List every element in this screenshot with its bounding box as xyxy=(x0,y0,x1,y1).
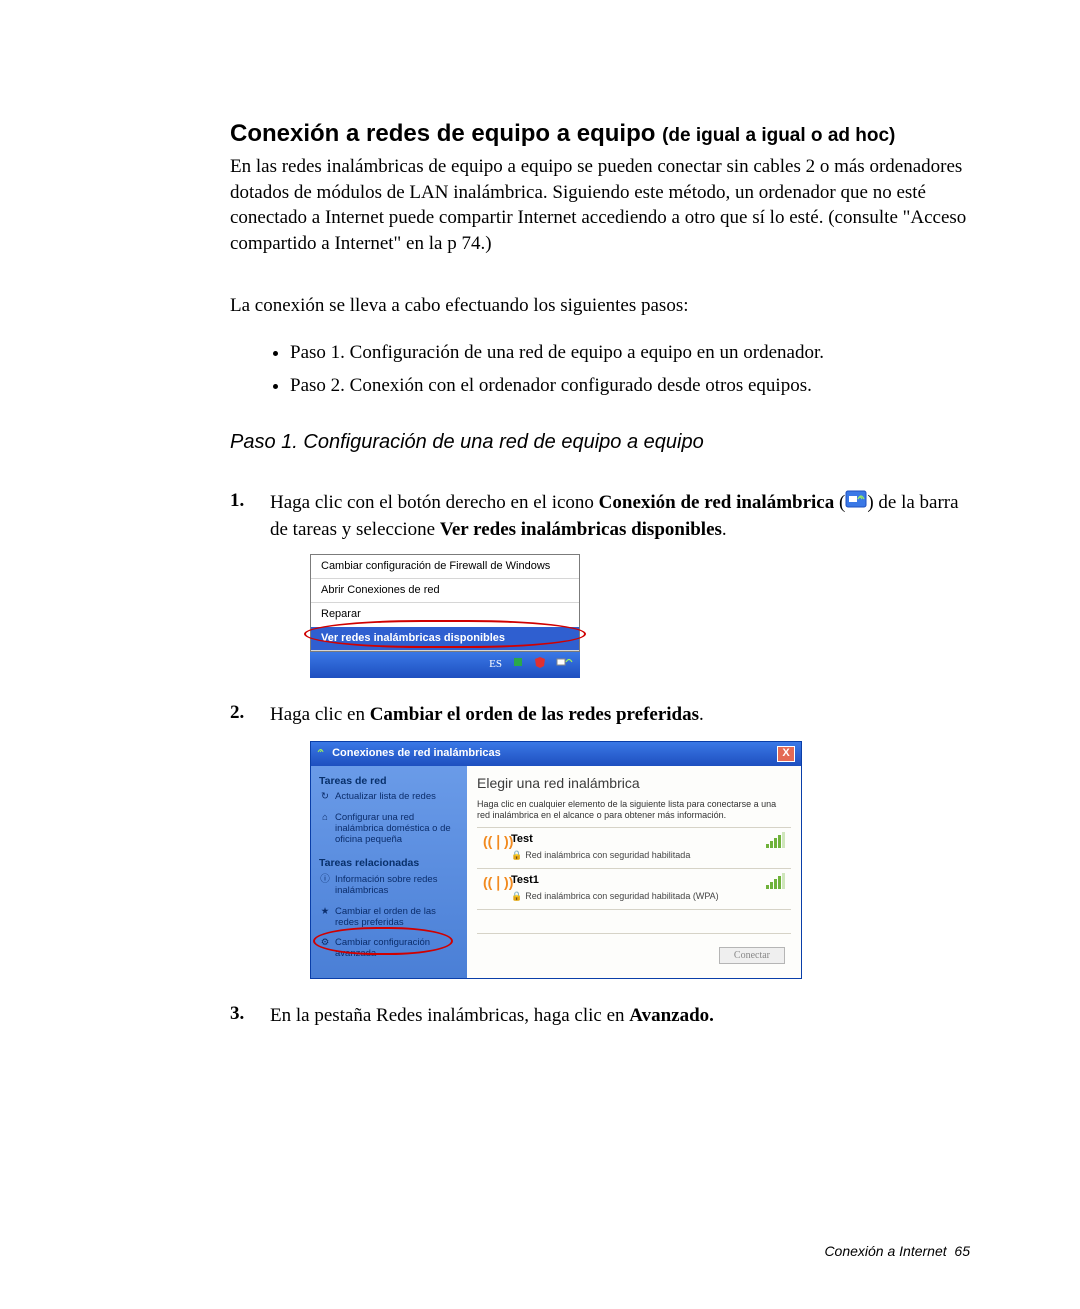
setup-icon: ⌂ xyxy=(319,813,331,846)
link-label: Cambiar configuración avanzada xyxy=(335,938,459,960)
list-item: Paso 2. Conexión con el ordenador config… xyxy=(290,371,970,401)
menu-item-repair[interactable]: Reparar xyxy=(311,603,579,626)
window-titlebar: Conexiones de red inalámbricas X xyxy=(311,742,801,766)
footer-label: Conexión a Internet xyxy=(824,1243,946,1259)
sidebar-link-advanced[interactable]: ⚙Cambiar configuración avanzada xyxy=(319,938,459,960)
link-label: Cambiar el orden de las redes preferidas xyxy=(335,907,459,929)
menu-item-firewall[interactable]: Cambiar configuración de Firewall de Win… xyxy=(311,555,579,579)
wireless-window-screenshot: Conexiones de red inalámbricas X Tareas … xyxy=(310,741,802,980)
star-icon: ★ xyxy=(319,907,331,929)
wireless-tray-icon[interactable] xyxy=(556,655,574,674)
wireless-icon: ((❘)) xyxy=(483,873,503,893)
lock-icon: 🔒 xyxy=(511,891,522,901)
page-number: 65 xyxy=(954,1243,970,1259)
menu-item-open-connections[interactable]: Abrir Conexiones de red xyxy=(311,579,579,603)
network-item[interactable]: ((❘)) Test1 🔒Red inalámbrica con segurid… xyxy=(477,869,791,910)
step-number: 1. xyxy=(230,490,270,678)
step-text: Haga clic con el botón derecho en el ico… xyxy=(270,490,970,678)
link-label: Información sobre redes inalámbricas xyxy=(335,875,459,897)
wireless-icon: ((❘)) xyxy=(483,832,503,852)
network-security: 🔒Red inalámbrica con seguridad habilitad… xyxy=(511,890,758,903)
steps-overview-list: Paso 1. Configuración de una red de equi… xyxy=(230,338,970,401)
step-text: En la pestaña Redes inalámbricas, haga c… xyxy=(270,1003,970,1030)
network-security: 🔒Red inalámbrica con seguridad habilitad… xyxy=(511,849,758,862)
window-title-text: Conexiones de red inalámbricas xyxy=(332,747,501,759)
text: . xyxy=(699,704,704,725)
text: En la pestaña Redes inalámbricas, haga c… xyxy=(270,1005,629,1026)
side-panel: Tareas de red ↻ Actualizar lista de redes… xyxy=(311,766,467,979)
intro-paragraph: En las redes inalámbricas de equipo a eq… xyxy=(230,154,970,257)
lead-paragraph: La conexión se lleva a cabo efectuando l… xyxy=(230,293,970,319)
document-page: Conexión a redes de equipo a equipo (de … xyxy=(0,0,1080,1309)
text: ( xyxy=(834,492,845,513)
link-label: Configurar una red inalámbrica doméstica… xyxy=(335,813,459,846)
title-main: Conexión a redes de equipo a equipo xyxy=(230,120,662,147)
instruction-2: 2. Haga clic en Cambiar el orden de las … xyxy=(230,702,970,979)
page-footer: Conexión a Internet 65 xyxy=(824,1243,970,1259)
text-bold: Cambiar el orden de las redes preferidas xyxy=(370,704,699,725)
choose-network-heading: Elegir una red inalámbrica xyxy=(477,774,791,794)
text: . xyxy=(722,519,727,540)
context-menu-screenshot: Cambiar configuración de Firewall de Win… xyxy=(310,554,580,679)
sidebar-link-info[interactable]: ⓘInformación sobre redes inalámbricas xyxy=(319,875,459,897)
gear-icon: ⚙ xyxy=(319,938,331,960)
side-group-title: Tareas de red xyxy=(319,774,459,789)
text-bold: Ver redes inalámbricas disponibles xyxy=(440,519,722,540)
step-text: Haga clic en Cambiar el orden de las red… xyxy=(270,702,970,979)
signal-bars-icon xyxy=(766,875,785,889)
window-title: Conexiones de red inalámbricas xyxy=(317,746,501,761)
sidebar-link-change-order[interactable]: ★Cambiar el orden de las redes preferida… xyxy=(319,907,459,929)
taskbar: ES xyxy=(310,652,580,678)
context-menu: Cambiar configuración de Firewall de Win… xyxy=(310,554,580,653)
close-button[interactable]: X xyxy=(777,746,795,762)
page-title: Conexión a redes de equipo a equipo (de … xyxy=(230,120,970,148)
step1-heading: Paso 1. Configuración de una red de equi… xyxy=(230,431,970,454)
volume-icon[interactable] xyxy=(512,656,524,673)
menu-item-view-networks[interactable]: Ver redes inalámbricas disponibles xyxy=(311,627,579,651)
network-name: Test xyxy=(511,832,758,847)
sidebar-link-refresh[interactable]: ↻ Actualizar lista de redes xyxy=(319,792,459,803)
instruction-1: 1. Haga clic con el botón derecho en el … xyxy=(230,490,970,678)
refresh-icon: ↻ xyxy=(319,792,331,803)
connect-button[interactable]: Conectar xyxy=(719,947,785,964)
language-indicator[interactable]: ES xyxy=(489,657,502,672)
text: Haga clic con el botón derecho en el ico… xyxy=(270,492,599,513)
step-number: 3. xyxy=(230,1003,270,1030)
shield-icon[interactable] xyxy=(534,656,546,673)
title-sub: (de igual a igual o ad hoc) xyxy=(662,125,895,146)
list-item: Paso 1. Configuración de una red de equi… xyxy=(290,338,970,368)
lock-icon: 🔒 xyxy=(511,850,522,860)
text: Haga clic en xyxy=(270,704,370,725)
sidebar-link-setup[interactable]: ⌂Configurar una red inalámbrica doméstic… xyxy=(319,813,459,846)
window-footer: Conectar xyxy=(477,933,791,973)
step-number: 2. xyxy=(230,702,270,979)
text-bold: Avanzado. xyxy=(629,1005,714,1026)
hint-text: Haga clic en cualquier elemento de la si… xyxy=(477,799,791,821)
security-text: Red inalámbrica con seguridad habilitada xyxy=(525,850,690,860)
side-group-title: Tareas relacionadas xyxy=(319,856,459,871)
window-body: Tareas de red ↻ Actualizar lista de redes… xyxy=(311,766,801,979)
network-item[interactable]: ((❘)) Test 🔒Red inalámbrica con segurida… xyxy=(477,828,791,869)
text-bold: Conexión de red inalámbrica xyxy=(599,492,835,513)
instruction-3: 3. En la pestaña Redes inalámbricas, hag… xyxy=(230,1003,970,1030)
network-list: ((❘)) Test 🔒Red inalámbrica con segurida… xyxy=(477,827,791,910)
instructions-list: 1. Haga clic con el botón derecho en el … xyxy=(230,490,970,1030)
security-text: Red inalámbrica con seguridad habilitada… xyxy=(525,891,718,901)
signal-bars-icon xyxy=(766,834,785,848)
wireless-tray-icon xyxy=(845,490,867,517)
info-icon: ⓘ xyxy=(319,875,331,897)
network-name: Test1 xyxy=(511,873,758,888)
link-label: Actualizar lista de redes xyxy=(335,792,436,803)
window-main: Elegir una red inalámbrica Haga clic en … xyxy=(467,766,801,979)
